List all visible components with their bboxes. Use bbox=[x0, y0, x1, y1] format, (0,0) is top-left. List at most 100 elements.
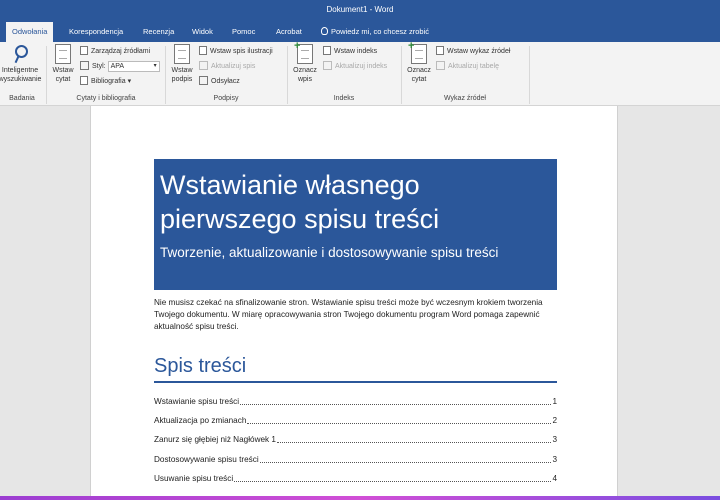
mark-entry-button[interactable]: + Oznacz wpis bbox=[290, 41, 320, 84]
toc-entry[interactable]: Usuwanie spisu treści 4 bbox=[154, 473, 557, 485]
mark-entry-icon: + bbox=[294, 41, 313, 64]
document-page[interactable]: Wstawianie własnego pierwszego spisu tre… bbox=[90, 106, 618, 500]
insert-index-icon bbox=[323, 46, 331, 55]
insert-table-of-figures-label: Wstaw spis ilustracji bbox=[210, 48, 273, 55]
bibliography-icon bbox=[80, 76, 88, 85]
group-label-indeks: Indeks bbox=[333, 95, 355, 102]
insert-table-of-figures-button[interactable]: Wstaw spis ilustracji bbox=[199, 46, 273, 57]
insert-caption-button[interactable]: Wstaw podpis bbox=[168, 44, 196, 84]
tab-odwolania[interactable]: Odwołania bbox=[6, 22, 54, 42]
cover-block: Wstawianie własnego pierwszego spisu tre… bbox=[154, 159, 557, 290]
style-label: Styl: bbox=[92, 63, 106, 70]
mark-citation-button[interactable]: + Oznacz cytat bbox=[404, 41, 434, 84]
table-of-authorities-icon bbox=[436, 46, 444, 55]
update-index-icon bbox=[323, 61, 332, 70]
tab-recenzja[interactable]: Recenzja bbox=[143, 22, 174, 42]
insert-citation-label-2: cytat bbox=[55, 76, 71, 83]
update-index-label: Aktualizuj indeks bbox=[335, 63, 388, 70]
tab-korespondencja[interactable]: Korespondencja bbox=[69, 22, 123, 42]
tell-me-box[interactable]: Powiedz mi, co chcesz zrobić bbox=[321, 22, 429, 42]
mark-citation-icon: + bbox=[408, 41, 427, 64]
toc-entry-label: Wstawianie spisu treści bbox=[154, 397, 240, 406]
mark-citation-label-2: cytat bbox=[411, 76, 427, 83]
bottom-accent-strip bbox=[0, 496, 720, 500]
toc-leader bbox=[234, 473, 552, 482]
update-table-of-authorities-icon bbox=[436, 61, 445, 70]
insert-caption-label-2: podpis bbox=[171, 76, 193, 83]
style-icon bbox=[80, 61, 89, 70]
update-table-of-authorities-button[interactable]: Aktualizuj tabelę bbox=[436, 61, 499, 72]
mark-citation-label-1: Oznacz bbox=[407, 67, 431, 74]
cover-title: Wstawianie własnego pierwszego spisu tre… bbox=[160, 170, 440, 234]
toc-leader bbox=[259, 454, 552, 463]
tell-me-label: Powiedz mi, co chcesz zrobić bbox=[331, 27, 429, 36]
toc-entry-page: 3 bbox=[552, 435, 557, 444]
bibliography-label: Bibliografia bbox=[91, 78, 126, 85]
toc-entry-label: Usuwanie spisu treści bbox=[154, 474, 234, 483]
update-table-label: Aktualizuj spis bbox=[211, 63, 256, 70]
table-of-figures-icon bbox=[199, 46, 207, 55]
group-divider bbox=[529, 46, 530, 104]
smart-lookup-button[interactable]: Inteligentne wyszukiwanie bbox=[0, 44, 44, 84]
ribbon: Inteligentne wyszukiwanie Badania Wstaw … bbox=[0, 41, 720, 106]
insert-caption-icon bbox=[174, 44, 190, 64]
title-bar: Dokument1 - Word bbox=[0, 0, 720, 22]
group-label-podpisy: Podpisy bbox=[213, 95, 239, 102]
insert-citation-button[interactable]: Wstaw cytat bbox=[50, 44, 76, 84]
group-label-cytaty: Cytaty i bibliografia bbox=[76, 95, 136, 102]
update-table-icon bbox=[199, 61, 208, 70]
insert-citation-icon bbox=[55, 44, 71, 64]
tab-widok[interactable]: Widok bbox=[192, 22, 213, 42]
group-divider bbox=[46, 46, 47, 104]
group-label-badania: Badania bbox=[9, 95, 35, 102]
window-title: Dokument1 - Word bbox=[326, 5, 394, 14]
update-table-button[interactable]: Aktualizuj spis bbox=[199, 61, 255, 72]
toc-leader bbox=[240, 396, 552, 405]
mark-entry-label-2: wpis bbox=[297, 76, 312, 83]
lightbulb-icon bbox=[321, 27, 328, 35]
magnifier-icon bbox=[12, 44, 28, 64]
manage-sources-label: Zarządzaj źródłami bbox=[91, 48, 151, 55]
toc-entry[interactable]: Zanurz się głębiej niż Nagłówek 1 3 bbox=[154, 434, 557, 446]
insert-citation-label-1: Wstaw bbox=[52, 67, 74, 74]
cover-subtitle: Tworzenie, aktualizowanie i dostosowywan… bbox=[160, 245, 499, 260]
bibliography-button[interactable]: Bibliografia ▾ bbox=[80, 76, 131, 87]
ribbon-tabs: Odwołania Korespondencja Recenzja Widok … bbox=[0, 22, 720, 42]
mark-entry-label-1: Oznacz bbox=[293, 67, 317, 74]
style-dropdown[interactable]: APA bbox=[107, 61, 160, 72]
manage-sources-icon bbox=[80, 46, 88, 55]
toc-entry[interactable]: Dostosowywanie spisu treści 3 bbox=[154, 454, 557, 466]
toc-entry-label: Dostosowywanie spisu treści bbox=[154, 455, 259, 464]
update-index-button[interactable]: Aktualizuj indeks bbox=[323, 61, 387, 72]
toc-entry[interactable]: Aktualizacja po zmianach 2 bbox=[154, 415, 557, 427]
toc-entry-page: 4 bbox=[552, 474, 557, 483]
smart-lookup-label-1: Inteligentne bbox=[1, 67, 39, 74]
insert-index-label: Wstaw indeks bbox=[334, 48, 378, 55]
toc-leader bbox=[247, 415, 552, 424]
insert-table-of-authorities-label: Wstaw wykaz źródeł bbox=[447, 48, 511, 55]
toc-entry-label: Zanurz się głębiej niż Nagłówek 1 bbox=[154, 435, 276, 444]
cross-reference-button[interactable]: Odsyłacz bbox=[199, 76, 240, 87]
manage-sources-button[interactable]: Zarządzaj źródłami bbox=[80, 46, 150, 57]
tab-pomoc[interactable]: Pomoc bbox=[232, 22, 255, 42]
chevron-down-icon: ▾ bbox=[127, 78, 132, 85]
update-table-of-authorities-label: Aktualizuj tabelę bbox=[448, 63, 499, 70]
toc-entry[interactable]: Wstawianie spisu treści 1 bbox=[154, 396, 557, 408]
toc-entry-page: 2 bbox=[552, 416, 557, 425]
toc-leader bbox=[276, 434, 552, 443]
style-control: Styl: APA bbox=[80, 61, 160, 72]
cross-reference-icon bbox=[199, 76, 208, 85]
tab-acrobat[interactable]: Acrobat bbox=[276, 22, 302, 42]
toc-heading: Spis treści bbox=[154, 355, 247, 377]
smart-lookup-label-2: wyszukiwanie bbox=[0, 76, 42, 83]
toc-entry-label: Aktualizacja po zmianach bbox=[154, 416, 247, 425]
intro-paragraph: Nie musisz czekać na sfinalizowanie stro… bbox=[154, 298, 543, 331]
group-label-wykaz: Wykaz źródeł bbox=[444, 95, 486, 102]
cross-reference-label: Odsyłacz bbox=[211, 78, 240, 85]
toc-divider bbox=[154, 381, 557, 383]
toc-entry-page: 1 bbox=[552, 397, 557, 406]
insert-index-button[interactable]: Wstaw indeks bbox=[323, 46, 377, 57]
toc-entry-page: 3 bbox=[552, 455, 557, 464]
insert-table-of-authorities-button[interactable]: Wstaw wykaz źródeł bbox=[436, 46, 510, 57]
document-canvas[interactable]: Wstawianie własnego pierwszego spisu tre… bbox=[0, 106, 720, 500]
